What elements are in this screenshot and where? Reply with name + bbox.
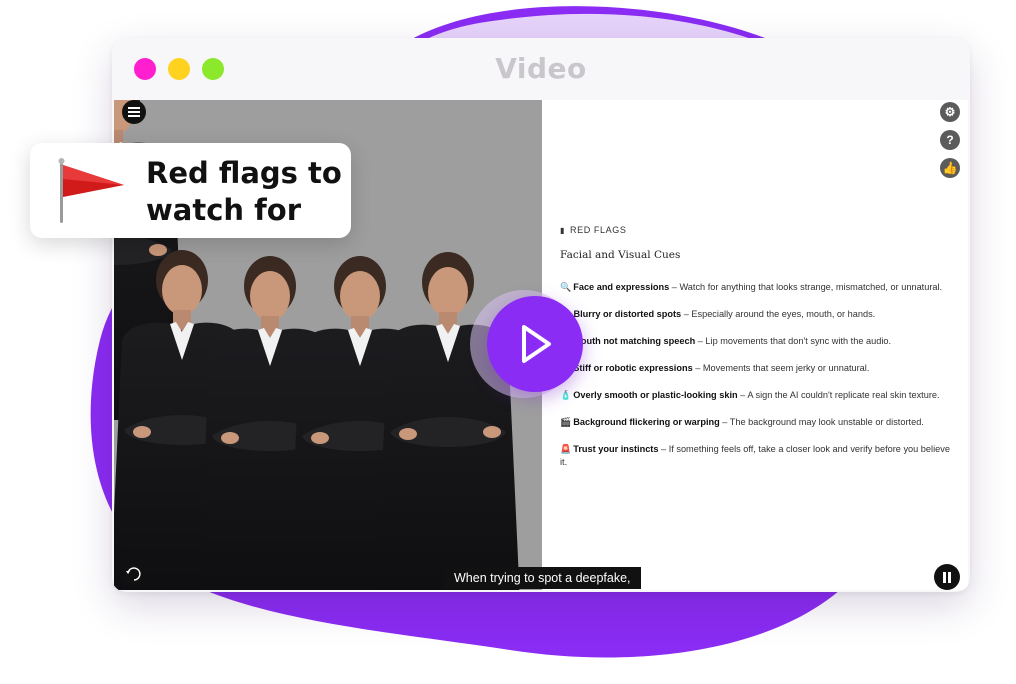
pause-icon xyxy=(943,571,951,583)
window-title: Video xyxy=(495,52,587,85)
callout-text: Red flags to watch for xyxy=(146,156,342,227)
subtitle-caption: When trying to spot a deepfake, xyxy=(444,567,641,589)
red-flag-icon xyxy=(58,158,124,223)
red-flag-item: 🤖Stiff or robotic expressions – Movement… xyxy=(560,362,955,375)
hamburger-icon xyxy=(128,107,140,117)
red-flag-item: 🚨 Trust your instincts – If something fee… xyxy=(560,444,950,467)
replay-10-button[interactable] xyxy=(122,562,146,586)
red-flag-item: 👁Blurry or distorted spots – Especially … xyxy=(560,308,955,321)
bookmark-icon: ▮ xyxy=(560,225,566,235)
red-flags-header: ▮ RED FLAGS xyxy=(560,225,627,235)
red-flag-item: 🔍 Face and expressions – Watch for anythi… xyxy=(560,282,943,292)
red-flag-item: 🎬 Background flickering or warping – The … xyxy=(560,417,924,427)
help-button[interactable]: ? xyxy=(940,130,960,150)
magnifier-icon: 🔍 xyxy=(560,282,572,292)
replay-10-icon xyxy=(123,563,145,585)
play-icon xyxy=(522,325,551,363)
red-flag-item: 👄Mouth not matching speech – Lip movemen… xyxy=(560,335,955,348)
thumbs-icon: 👍 xyxy=(942,161,958,175)
menu-button[interactable] xyxy=(122,100,146,124)
info-panel: ⚙ ? 👍 ▮ RED FLAGS Facial and Visual Cues… xyxy=(542,100,968,590)
title-bar: Video xyxy=(112,38,970,100)
pause-button[interactable] xyxy=(934,564,960,590)
clapperboard-icon: 🎬 xyxy=(560,417,572,427)
siren-icon: 🚨 xyxy=(560,444,572,454)
lotion-icon: 🧴 xyxy=(560,390,572,400)
play-button[interactable] xyxy=(487,296,583,392)
red-flags-callout: Red flags to watch for xyxy=(30,143,351,238)
gear-icon: ⚙ xyxy=(944,105,956,119)
red-flag-item: 🧴 Overly smooth or plastic-looking skin –… xyxy=(560,390,940,400)
stage: Video ⚙ ? 👍 ▮ RED FLAGS Facial and Visua… xyxy=(0,0,1016,684)
feedback-button[interactable]: 👍 xyxy=(940,158,960,178)
red-flags-subtitle: Facial and Visual Cues xyxy=(560,249,681,261)
question-icon: ? xyxy=(946,133,954,147)
settings-button[interactable]: ⚙ xyxy=(940,102,960,122)
